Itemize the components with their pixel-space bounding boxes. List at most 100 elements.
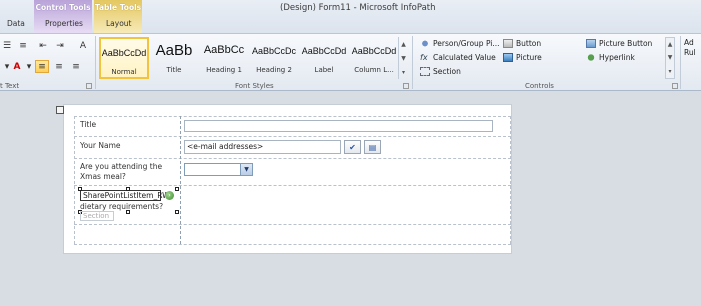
- title-label: Title: [80, 120, 97, 129]
- control-picture[interactable]: Picture: [503, 53, 542, 62]
- style-label: Heading 2: [256, 66, 292, 74]
- resize-handle[interactable]: [78, 187, 82, 191]
- more-icon[interactable]: ▾: [402, 69, 405, 76]
- picture-button-icon: [586, 39, 596, 48]
- hyperlink-icon: [586, 53, 596, 62]
- control-label: Person/Group Pi...: [433, 39, 500, 48]
- button-icon: [503, 39, 513, 48]
- address-book-button[interactable]: ▤: [364, 140, 381, 154]
- control-person-group[interactable]: Person/Group Pi...: [420, 39, 500, 48]
- increase-indent-button[interactable]: ⇥: [53, 39, 67, 52]
- font-styles-launcher-icon[interactable]: [403, 83, 409, 89]
- table-left-border: [74, 116, 75, 244]
- style-heading-2[interactable]: AaBbCcDc Heading 2: [249, 37, 299, 79]
- style-sample: AaBb: [155, 42, 193, 59]
- scroll-down-icon[interactable]: ▼: [668, 54, 673, 61]
- style-label: Column L...: [354, 66, 394, 74]
- tab-layout[interactable]: Layout: [106, 19, 132, 28]
- align-left-button[interactable]: ≡: [35, 60, 49, 73]
- bullets-button[interactable]: ☰: [0, 39, 14, 52]
- control-hyperlink[interactable]: Hyperlink: [586, 53, 635, 62]
- group-separator: [95, 36, 96, 89]
- controls-scroll[interactable]: ▲ ▼ ▾: [665, 37, 675, 79]
- resize-handle[interactable]: [175, 187, 179, 191]
- font-styles-group-label: Font Styles: [235, 82, 274, 90]
- xmas-meal-label: Are you attending the Xmas meal?: [80, 162, 163, 181]
- controls-group-label: Controls: [525, 82, 554, 90]
- check-names-button[interactable]: ✔: [344, 140, 361, 154]
- more-icon[interactable]: ▾: [668, 68, 671, 75]
- scroll-up-icon[interactable]: ▲: [668, 41, 673, 48]
- font-styles-gallery: AaBbCcDd Normal AaBb Title AaBbCc Headin…: [99, 37, 399, 79]
- style-sample: AaBbCc: [203, 44, 245, 56]
- style-label: Title: [166, 66, 182, 74]
- calculated-value-icon: fx: [420, 53, 428, 62]
- numbering-button[interactable]: ≡: [16, 39, 30, 52]
- table-tools-context: Table Tools: [94, 0, 142, 33]
- style-heading-1[interactable]: AaBbCc Heading 1: [199, 37, 249, 79]
- scroll-up-icon[interactable]: ▲: [401, 41, 406, 48]
- title-bar: Control Tools Table Tools (Design) Form1…: [0, 0, 701, 33]
- control-label: Picture: [516, 53, 542, 62]
- address-book-icon: ▤: [368, 142, 377, 152]
- style-column-label[interactable]: AaBbCcDd Column L...: [349, 37, 399, 79]
- style-label: Normal: [111, 68, 137, 76]
- style-label[interactable]: AaBbCcDd Label: [299, 37, 349, 79]
- style-sample: AaBbCcDd: [101, 48, 147, 58]
- table-column-divider: [180, 116, 181, 244]
- table-tools-label: Table Tools: [94, 3, 142, 12]
- controls-launcher-icon[interactable]: [672, 83, 678, 89]
- person-picker-field[interactable]: <e-mail addresses>: [184, 140, 341, 154]
- control-label: Hyperlink: [599, 53, 635, 62]
- section-icon: [420, 67, 430, 76]
- scroll-down-icon[interactable]: ▼: [401, 55, 406, 62]
- style-normal[interactable]: AaBbCcDd Normal: [99, 37, 149, 79]
- group-separator: [412, 36, 413, 89]
- control-picture-button[interactable]: Picture Button: [586, 39, 652, 48]
- table-row-border: [74, 224, 511, 225]
- control-tools-label: Control Tools: [35, 3, 91, 12]
- control-label: Section: [433, 67, 461, 76]
- align-center-button[interactable]: ≡: [52, 60, 66, 73]
- style-sample: AaBbCcDc: [251, 46, 296, 56]
- control-button[interactable]: Button: [503, 39, 541, 48]
- style-title[interactable]: AaBb Title: [149, 37, 199, 79]
- control-section[interactable]: Section: [420, 67, 461, 76]
- table-row-border: [74, 116, 511, 117]
- table-select-handle[interactable]: [56, 106, 64, 114]
- font-color-dropdown[interactable]: ▾: [22, 60, 36, 73]
- table-row-border: [74, 158, 511, 159]
- style-sample: AaBbCcDd: [351, 46, 397, 56]
- window-title: (Design) Form11 - Microsoft InfoPath: [280, 3, 436, 13]
- tab-properties[interactable]: Properties: [45, 19, 83, 28]
- control-tools-context: Control Tools: [34, 0, 92, 33]
- your-name-label: Your Name: [80, 141, 121, 150]
- style-label: Heading 1: [206, 66, 242, 74]
- check-names-icon: ✔: [349, 142, 356, 152]
- table-row-border: [74, 185, 511, 186]
- style-sample: AaBbCcDd: [301, 46, 347, 56]
- chevron-down-icon[interactable]: ▼: [240, 164, 252, 175]
- sharepoint-list-item-control[interactable]: SharePointListItem_RW: [80, 190, 170, 201]
- section-tag[interactable]: Section: [80, 211, 114, 221]
- group-separator: [680, 36, 681, 89]
- gallery-scroll[interactable]: ▲ ▼ ▾: [398, 37, 408, 79]
- control-arrow-icon[interactable]: ›: [165, 191, 174, 200]
- xmas-meal-dropdown[interactable]: ▼: [184, 163, 253, 176]
- picture-icon: [503, 53, 513, 62]
- control-label: Calculated Value: [433, 53, 496, 62]
- format-text-group-label: t Text: [0, 82, 20, 90]
- control-calculated-value[interactable]: fx Calculated Value: [420, 53, 496, 62]
- resize-handle[interactable]: [175, 210, 179, 214]
- title-field[interactable]: [184, 120, 493, 132]
- control-label: Picture Button: [599, 39, 653, 48]
- tab-data[interactable]: Data: [7, 19, 25, 28]
- format-text-launcher-icon[interactable]: [86, 83, 92, 89]
- align-right-button[interactable]: ≡: [69, 60, 83, 73]
- decrease-indent-button[interactable]: ⇤: [36, 39, 50, 52]
- table-right-border: [510, 116, 511, 244]
- add-rule-button[interactable]: Ad Rul: [684, 38, 696, 58]
- clear-format-icon[interactable]: A: [76, 39, 90, 52]
- resize-handle[interactable]: [126, 187, 130, 191]
- control-label: Button: [516, 39, 542, 48]
